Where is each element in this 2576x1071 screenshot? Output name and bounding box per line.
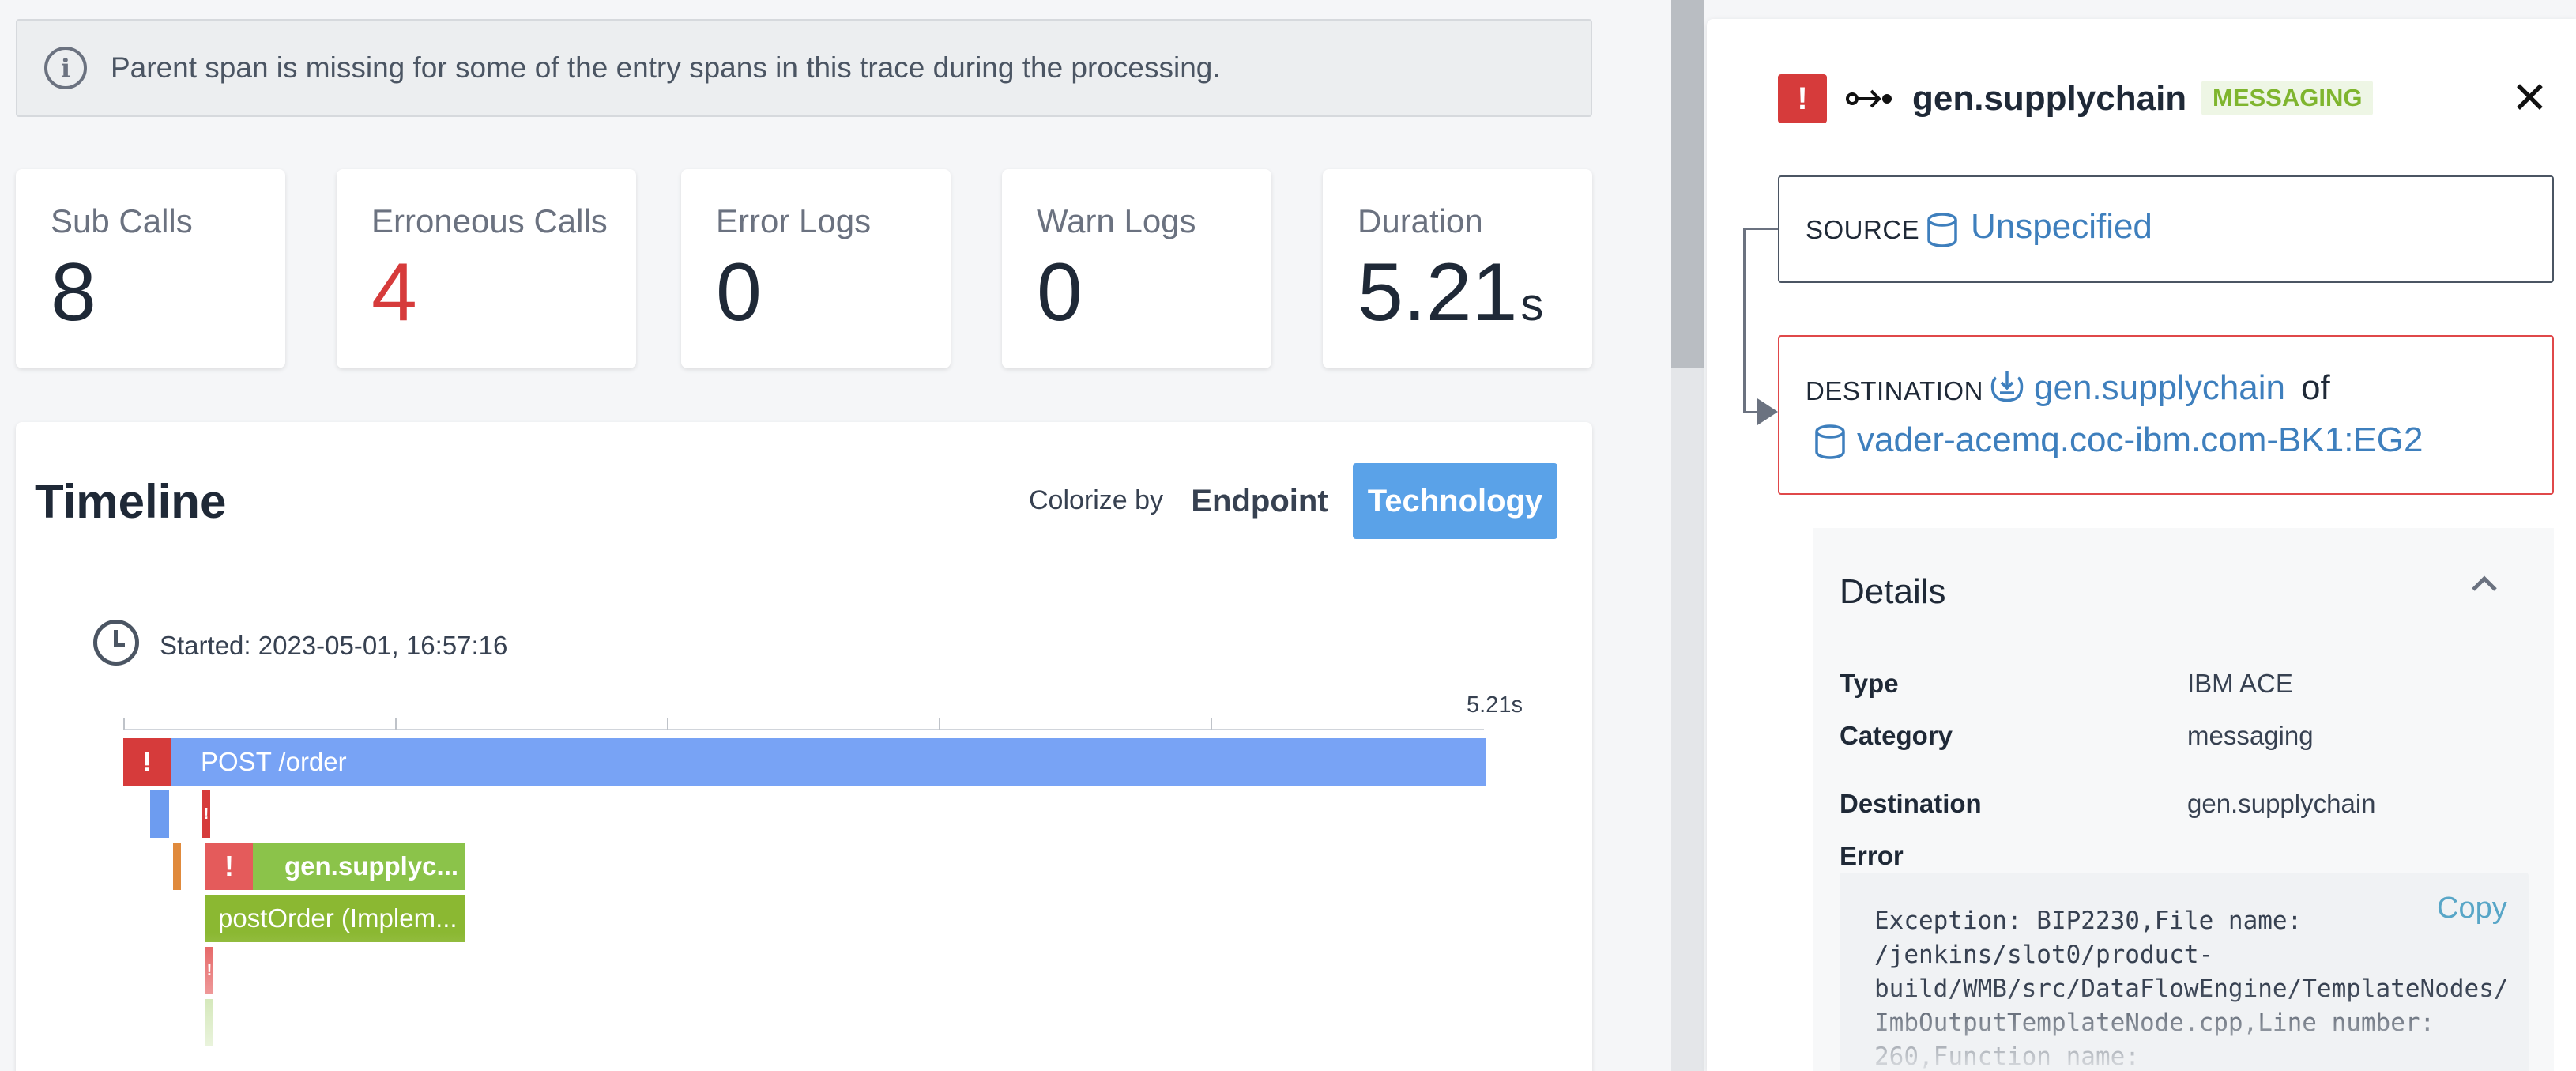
span-label: gen.supplyc... [284, 851, 459, 881]
colorize-label: Colorize by [1029, 485, 1164, 515]
colorize-endpoint-button[interactable]: Endpoint [1181, 463, 1339, 539]
details-title[interactable]: Details [1840, 572, 1946, 612]
details-value-type: IBM ACE [2187, 669, 2293, 698]
destination-of-text: of [2301, 368, 2330, 407]
messaging-arrow-icon [1846, 89, 1892, 108]
axis-tick [1211, 718, 1212, 730]
destination-label: DESTINATION [1806, 376, 1983, 405]
source-label: SOURCE [1806, 215, 1920, 244]
span-bar[interactable] [150, 790, 169, 838]
duration-number: 5.21 [1358, 247, 1518, 338]
metric-value: 4 [371, 247, 417, 338]
trace-main-pane: i Parent span is missing for some of the… [0, 0, 1671, 1071]
source-link[interactable]: Unspecified [1971, 207, 2152, 247]
started-time: Started: 2023-05-01, 16:57:16 [160, 631, 508, 660]
axis-tick [939, 718, 940, 730]
code-fade [1840, 988, 2529, 1071]
destination-host-link[interactable]: vader-acemq.coc-ibm.com-BK1:EG2 [1857, 420, 2423, 460]
metric-value: 5.21s [1358, 251, 1592, 334]
details-key-error: Error [1840, 841, 1904, 870]
span-label [163, 790, 169, 838]
banner-text: Parent span is missing for some of the e… [111, 51, 1221, 84]
details-key-type: Type [1840, 669, 1899, 698]
metric-erroneous-calls: Erroneous Calls 4 [337, 169, 636, 368]
exclamation-icon: ! [1778, 74, 1827, 123]
span-gen-supplychain[interactable]: ! gen.supplyc... [205, 843, 465, 890]
close-icon[interactable]: ✕ [2511, 76, 2548, 120]
colorize-technology-button[interactable]: Technology [1353, 463, 1557, 539]
details-key-destination: Destination [1840, 789, 1982, 818]
span-bar[interactable] [205, 999, 213, 1046]
database-icon [1927, 213, 1957, 247]
metric-value: 8 [51, 247, 96, 338]
metric-label: Erroneous Calls [371, 202, 608, 239]
span-label: postOrder (Implem... [218, 903, 458, 933]
axis-tick [123, 718, 125, 730]
exclamation-icon: ! [205, 843, 253, 890]
metric-duration: Duration 5.21s [1323, 169, 1592, 368]
span-post-order[interactable]: ! POST /order [123, 738, 1486, 786]
exclamation-icon: ! [206, 962, 213, 979]
span-bar[interactable] [173, 843, 181, 890]
destination-box [1778, 335, 2554, 495]
span-post-order-impl[interactable]: postOrder (Implem... [205, 895, 465, 942]
metric-label: Sub Calls [51, 202, 193, 239]
connector-line [1743, 228, 1779, 230]
clock-icon [93, 620, 139, 666]
metric-warn-logs: Warn Logs 0 [1002, 169, 1271, 368]
database-icon [1815, 424, 1845, 459]
axis-tick [395, 718, 397, 730]
metric-value: 0 [716, 247, 762, 338]
details-key-category: Category [1840, 721, 1953, 750]
metric-label: Duration [1358, 202, 1483, 239]
exclamation-icon: ! [123, 738, 171, 786]
metric-label: Error Logs [716, 202, 872, 239]
metric-error-logs: Error Logs 0 [681, 169, 951, 368]
exclamation-icon: ! [203, 805, 209, 823]
duration-unit: s [1520, 279, 1544, 330]
connector-line [1743, 229, 1746, 413]
span-label: POST /order [201, 747, 347, 776]
scrollbar-thumb[interactable] [1671, 0, 1704, 368]
span-bar[interactable]: ! [205, 947, 213, 994]
details-value-category: messaging [2187, 721, 2314, 750]
axis-tick [667, 718, 668, 730]
timeline-title: Timeline [35, 475, 227, 528]
timeline-axis [123, 729, 1484, 730]
metric-value: 0 [1037, 247, 1083, 338]
metric-label: Warn Logs [1037, 202, 1196, 239]
info-circle-icon: i [44, 47, 87, 89]
metric-sub-calls: Sub Calls 8 [16, 169, 285, 368]
span-title: gen.supplychain [1912, 79, 2187, 118]
queue-icon [1990, 371, 2024, 402]
messaging-badge: MESSAGING [2201, 81, 2374, 115]
chevron-up-icon[interactable] [2469, 569, 2500, 601]
connector-arrow-icon [1757, 398, 1778, 425]
details-value-destination: gen.supplychain [2187, 789, 2376, 818]
axis-end-label: 5.21s [1467, 692, 1523, 718]
missing-parent-banner: i Parent span is missing for some of the… [16, 19, 1592, 117]
copy-button[interactable]: Copy [2437, 892, 2507, 926]
span-bar[interactable]: ! [202, 790, 210, 838]
destination-link[interactable]: gen.supplychain [2034, 368, 2285, 408]
